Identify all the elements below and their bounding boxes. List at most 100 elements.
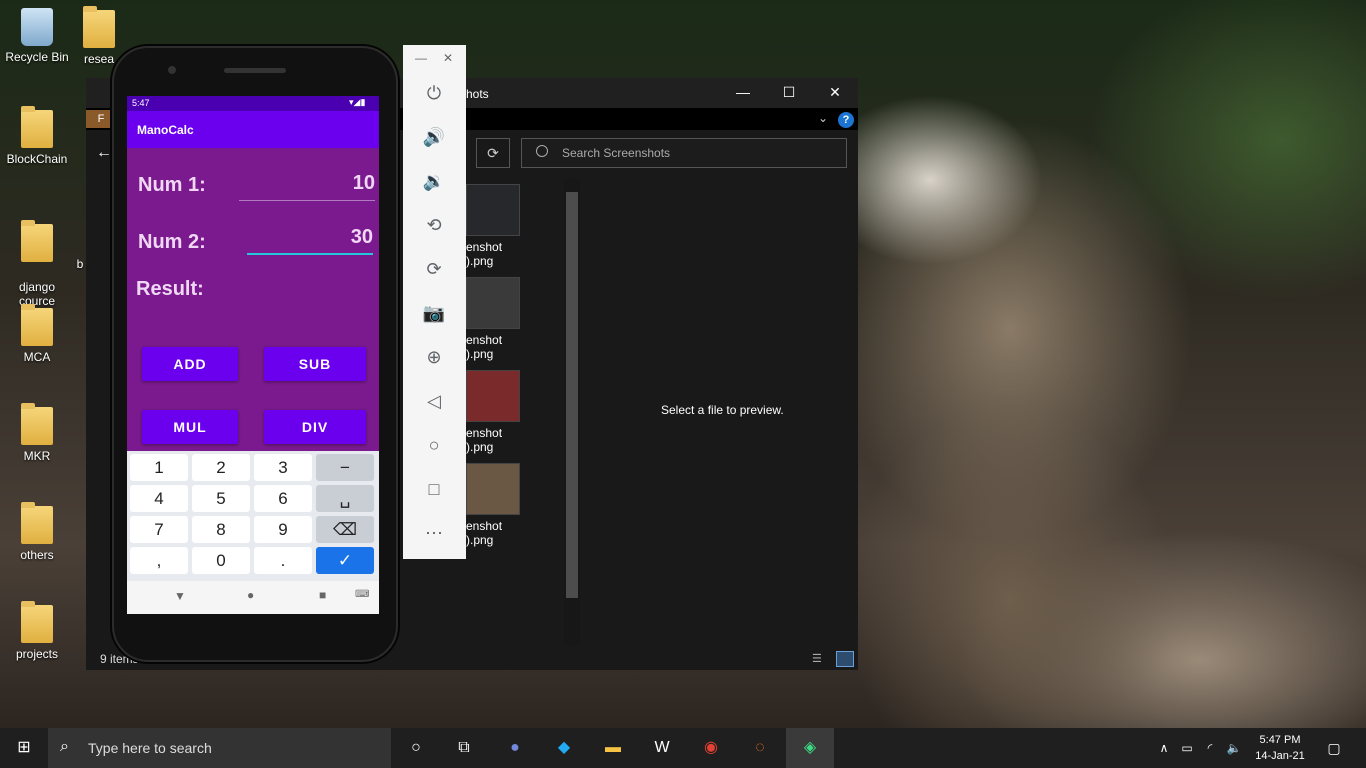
file-item[interactable]: enshot ).png xyxy=(466,184,526,268)
close-button[interactable]: ✕ xyxy=(820,84,850,104)
recycle-bin-icon xyxy=(21,8,53,46)
scrollbar-thumb[interactable] xyxy=(566,192,578,598)
vertical-scrollbar[interactable] xyxy=(564,178,580,646)
key-space[interactable]: ␣ xyxy=(316,485,374,512)
desktop-icon-projects[interactable]: projects xyxy=(2,601,72,661)
desktop-icon-django-cource[interactable]: django cource xyxy=(2,210,72,322)
status-time: 5:47 xyxy=(132,98,150,108)
back-icon[interactable]: ◁ xyxy=(421,388,447,414)
sub-button[interactable]: SUB xyxy=(264,347,366,381)
taskbar-search-box[interactable]: ⌕ Type here to search xyxy=(48,728,391,768)
clock-date: 14-Jan-21 xyxy=(1255,750,1305,762)
emulator-minimize-icon[interactable]: — xyxy=(415,51,427,65)
keyboard-switch-icon[interactable]: ⌨ xyxy=(355,589,369,600)
desktop-icon-mkr[interactable]: MKR xyxy=(2,403,72,463)
key-8[interactable]: 8 xyxy=(192,516,250,543)
num2-input[interactable]: 30 xyxy=(247,226,373,249)
nav-back-icon[interactable]: ▼ xyxy=(174,589,186,603)
desktop-icon-blockchain[interactable]: BlockChain xyxy=(2,106,72,166)
taskbar-clock[interactable]: 5:47 PM 14-Jan-21 xyxy=(1248,732,1312,764)
desktop-icon-label: MKR xyxy=(23,449,51,463)
rotate-right-icon[interactable]: ⟳ xyxy=(421,256,447,282)
volume-down-icon[interactable]: 🔉 xyxy=(421,168,447,194)
word-app-icon[interactable]: W xyxy=(650,736,674,760)
key-minus[interactable]: − xyxy=(316,454,374,481)
nav-home-icon[interactable]: ● xyxy=(247,588,254,602)
overview-icon[interactable]: □ xyxy=(421,476,447,502)
key-4[interactable]: 4 xyxy=(130,485,188,512)
file-thumbnail xyxy=(466,370,520,422)
minimize-button[interactable]: — xyxy=(728,84,758,104)
key-5[interactable]: 5 xyxy=(192,485,250,512)
mul-button[interactable]: MUL xyxy=(142,410,238,444)
nav-recents-icon[interactable]: ■ xyxy=(319,588,326,602)
key-0[interactable]: 0 xyxy=(192,547,250,574)
android-nav-bar: ▼ ● ■ ⌨ xyxy=(127,581,379,614)
search-icon: ⌕ xyxy=(60,738,69,755)
search-placeholder: Search Screenshots xyxy=(562,146,671,160)
key-2[interactable]: 2 xyxy=(192,454,250,481)
desktop-icon-recycle-bin[interactable]: Recycle Bin xyxy=(2,8,72,64)
num1-input[interactable]: 10 xyxy=(239,172,375,195)
desktop-icon-label: others xyxy=(20,548,54,562)
volume-up-icon[interactable]: 🔊 xyxy=(421,124,447,150)
file-name-ext: ).png xyxy=(466,347,494,361)
taskbar: ⊞ ⌕ Type here to search ○ ⧉ ● ◆ ▬ W ◉ ◌ … xyxy=(0,728,1366,768)
key-6[interactable]: 6 xyxy=(254,485,312,512)
power-icon[interactable]: ⏻ xyxy=(421,80,447,106)
desktop-icon-label: BlockChain xyxy=(6,152,68,166)
key-comma[interactable]: , xyxy=(130,547,188,574)
key-backspace[interactable]: ⌫ xyxy=(316,516,374,543)
android-status-bar: 5:47 ▾◢▮ xyxy=(127,96,379,111)
key-done[interactable]: ✓ xyxy=(316,547,374,574)
notification-icon[interactable]: ▢ xyxy=(1322,736,1346,760)
wifi-icon[interactable]: ◜ xyxy=(1198,736,1222,760)
large-icons-view-icon[interactable] xyxy=(836,651,854,667)
add-button[interactable]: ADD xyxy=(142,347,238,381)
desktop-icon-others[interactable]: others xyxy=(2,502,72,562)
search-input[interactable]: Search Screenshots xyxy=(521,138,847,168)
cortana-icon[interactable]: ○ xyxy=(404,736,428,760)
task-view-icon[interactable]: ⧉ xyxy=(452,736,476,760)
file-name: enshot xyxy=(466,333,503,347)
help-icon[interactable]: ? xyxy=(838,112,854,128)
desktop-icon-research[interactable]: resea xyxy=(76,6,122,66)
battery-icon[interactable]: ▭ xyxy=(1175,736,1199,760)
back-arrow-icon[interactable]: ← xyxy=(96,144,112,162)
key-9[interactable]: 9 xyxy=(254,516,312,543)
camera-icon[interactable]: 📷 xyxy=(421,300,447,326)
phone-screen: 5:47 ▾◢▮ ManoCalc Num 1: 10 Num 2: 30 Re… xyxy=(127,96,379,614)
zoom-icon[interactable]: ⊕ xyxy=(421,344,447,370)
folder-icon xyxy=(21,106,53,148)
chrome-icon[interactable]: ◉ xyxy=(699,736,723,760)
file-item[interactable]: enshot ).png xyxy=(466,277,526,361)
android-emulator-icon[interactable]: ◈ xyxy=(786,728,834,768)
show-hidden-icons[interactable]: ∧ xyxy=(1152,736,1176,760)
more-options-icon[interactable]: ⋯ xyxy=(421,520,447,546)
volume-icon[interactable]: 🔈 xyxy=(1222,736,1246,760)
windows-start-icon[interactable]: ⊞ xyxy=(12,736,36,760)
file-item[interactable]: enshot ).png xyxy=(466,370,526,454)
vscode-icon[interactable]: ◆ xyxy=(552,736,576,760)
refresh-button[interactable]: ⟳ xyxy=(476,138,510,168)
emulator-close-icon[interactable]: ✕ xyxy=(443,51,453,65)
jupyter-icon[interactable]: ◌ xyxy=(748,736,772,760)
details-view-icon[interactable]: ☰ xyxy=(812,652,826,666)
maximize-button[interactable]: ☐ xyxy=(774,84,804,104)
discord-icon[interactable]: ● xyxy=(503,736,527,760)
file-item[interactable]: enshot ).png xyxy=(466,463,526,547)
file-name-ext: ).png xyxy=(466,440,494,454)
file-name: enshot xyxy=(466,426,503,440)
key-1[interactable]: 1 xyxy=(130,454,188,481)
div-button[interactable]: DIV xyxy=(264,410,366,444)
chevron-down-icon[interactable]: ⌄ xyxy=(818,111,828,125)
desktop-icon-mca[interactable]: MCA xyxy=(2,304,72,364)
num2-underline xyxy=(247,253,373,255)
key-period[interactable]: . xyxy=(254,547,312,574)
key-7[interactable]: 7 xyxy=(130,516,188,543)
rotate-left-icon[interactable]: ⟲ xyxy=(421,212,447,238)
key-3[interactable]: 3 xyxy=(254,454,312,481)
file-explorer-icon[interactable]: ▬ xyxy=(601,736,625,760)
folder-icon xyxy=(21,304,53,346)
home-icon[interactable]: ○ xyxy=(421,432,447,458)
